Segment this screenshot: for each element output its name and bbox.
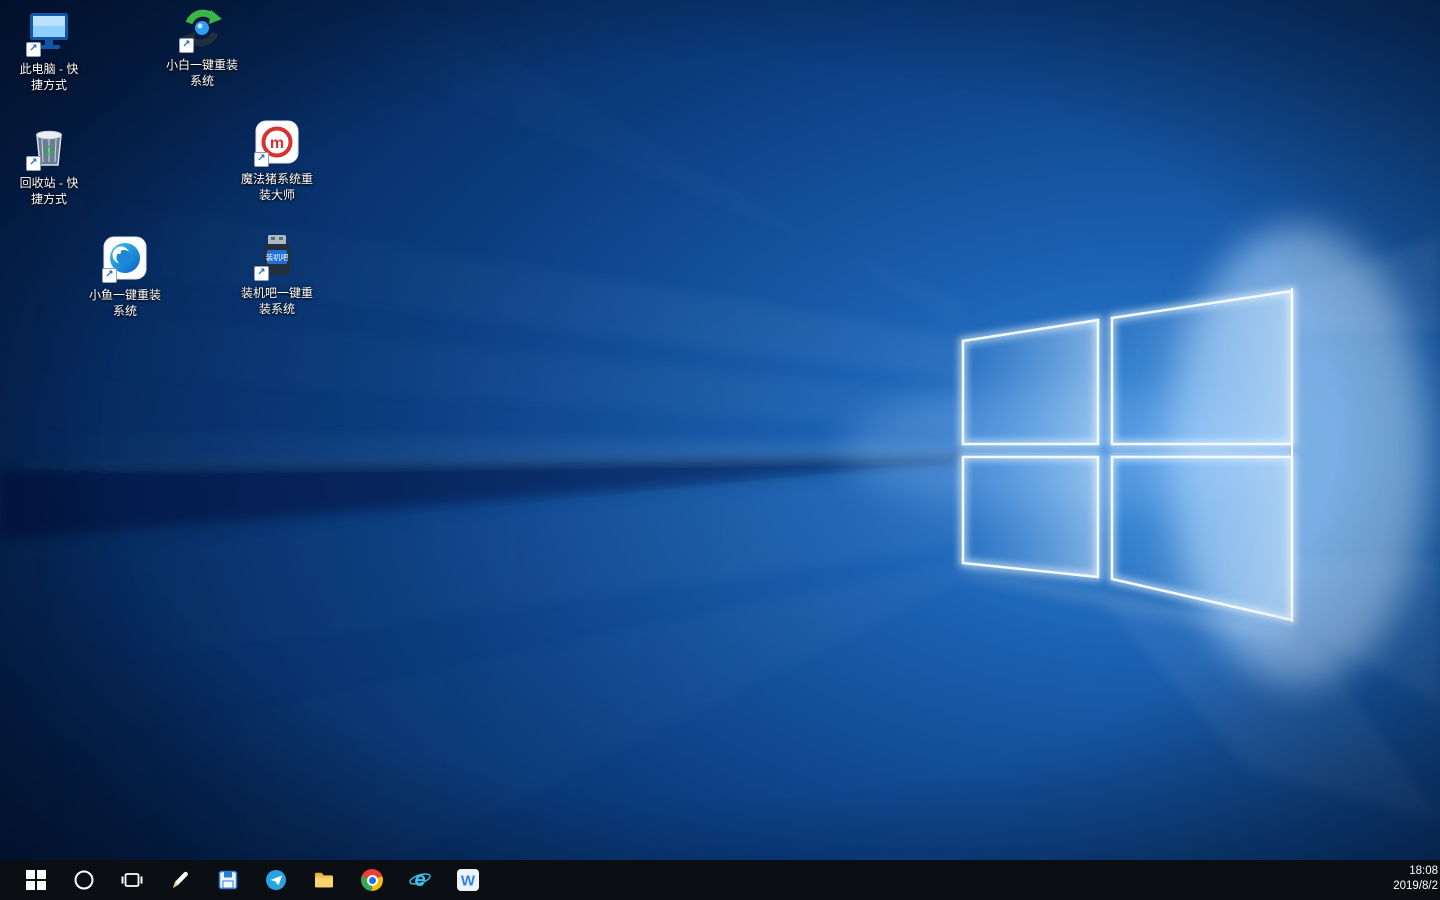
clock-time: 18:08 [1393,864,1438,879]
shortcut-arrow-icon: ↗ [102,268,117,283]
ink-workspace-button[interactable] [156,860,204,900]
file-explorer-button[interactable] [300,860,348,900]
svg-text:W: W [461,873,476,890]
svg-text:m: m [270,135,284,152]
desktop-icon-label: 小白一键重装 系统 [166,57,238,89]
zhuangjiba-icon: 装机吧 ↗ [251,230,303,282]
desktop-wallpaper [0,0,1440,860]
desktop-icon-label: 装机吧一键重 装系统 [241,285,313,317]
desktop-icon-label: 回收站 - 快 捷方式 [20,175,79,207]
wps-button[interactable]: W [444,860,492,900]
taskbar: e W 18:08 2019/8/2 [0,860,1440,900]
desktop-icon-recycle-bin[interactable]: ♻ ↗ 回收站 - 快 捷方式 [1,120,97,207]
xiaoyu-icon: ↗ [99,232,151,284]
task-view-button[interactable] [108,860,156,900]
desktop-icon-label: 此电脑 - 快 捷方式 [20,61,79,93]
svg-text:♻: ♻ [42,143,55,160]
desktop-icon-label: 小鱼一键重装 系统 [89,287,161,319]
chrome-icon [361,869,383,891]
taskbar-clock[interactable]: 18:08 2019/8/2 [1387,860,1440,900]
desktop-icon-this-pc[interactable]: ↗ 此电脑 - 快 捷方式 [1,6,97,93]
shortcut-arrow-icon: ↗ [254,152,269,167]
internet-explorer-icon: e [408,868,432,892]
paper-plane-icon [265,869,287,891]
backup-tool-button[interactable] [204,860,252,900]
messenger-button[interactable] [252,860,300,900]
desktop-icon-zhuangjiba[interactable]: 装机吧 ↗ 装机吧一键重 装系统 [229,230,325,317]
this-pc-icon: ↗ [23,6,75,58]
desktop-icon-xiaoyu[interactable]: ↗ 小鱼一键重装 系统 [77,232,173,319]
shortcut-arrow-icon: ↗ [179,38,194,53]
search-button[interactable] [60,860,108,900]
task-view-icon [121,869,143,891]
shortcut-arrow-icon: ↗ [26,42,41,57]
search-icon [73,869,95,891]
xiaobai-icon: ↗ [176,2,228,54]
mofazhu-icon: m ↗ [251,116,303,168]
desktop-icon-mofazhu[interactable]: m ↗ 魔法猪系统重 装大师 [229,116,325,203]
shortcut-arrow-icon: ↗ [26,156,41,171]
recycle-bin-icon: ♻ ↗ [23,120,75,172]
clock-date: 2019/8/2 [1393,879,1438,894]
desktop: ↗ 此电脑 - 快 捷方式 ↗ 小白一键重装 系统 [0,0,1440,860]
desktop-icon-label: 魔法猪系统重 装大师 [241,171,313,203]
pen-icon [169,869,191,891]
wps-icon: W [456,868,480,892]
shortcut-arrow-icon: ↗ [254,266,269,281]
folder-icon [313,869,335,891]
start-button[interactable] [12,860,60,900]
svg-text:装机吧: 装机吧 [266,252,289,262]
svg-text:e: e [414,869,425,891]
internet-explorer-button[interactable]: e [396,860,444,900]
chrome-button[interactable] [348,860,396,900]
floppy-disk-icon [217,869,239,891]
windows-logo-icon [26,870,46,890]
desktop-icon-xiaobai[interactable]: ↗ 小白一键重装 系统 [154,2,250,89]
